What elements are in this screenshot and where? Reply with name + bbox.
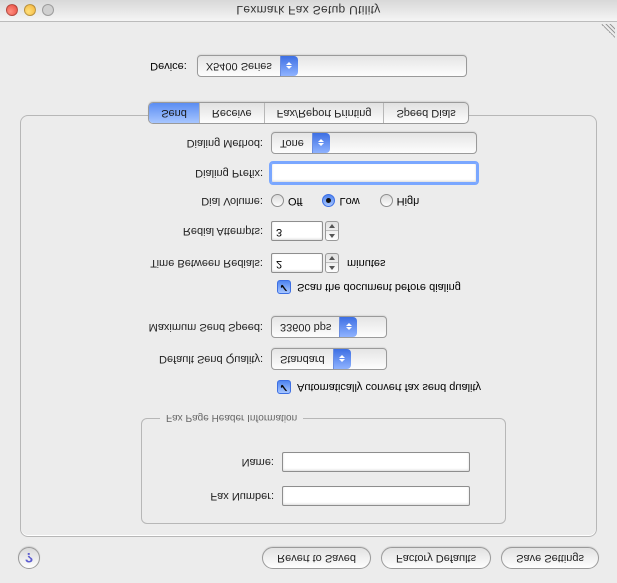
step-up-icon[interactable] xyxy=(326,231,338,241)
dial-volume-high[interactable]: High xyxy=(380,195,420,208)
redial-attempts-label: Redial Attempts: xyxy=(21,225,271,237)
group-legend: Fax Page Header Information xyxy=(160,412,303,423)
fax-number-input[interactable] xyxy=(282,486,470,506)
dialing-prefix-input[interactable] xyxy=(271,163,477,183)
auto-convert-label: Automatically convert fax send quality xyxy=(297,381,481,393)
fax-number-label: Fax Number: xyxy=(142,490,282,502)
step-down-icon[interactable] xyxy=(326,222,338,231)
window-title: Lexmark Fax Setup Utility xyxy=(0,4,617,18)
max-speed-select[interactable]: 33600 bps xyxy=(271,316,387,338)
name-label: Name: xyxy=(142,456,282,468)
step-down-icon[interactable] xyxy=(326,254,338,263)
chevrons-icon xyxy=(280,56,298,76)
device-select[interactable]: X5400 Series xyxy=(197,55,467,77)
dial-volume-off[interactable]: Off xyxy=(271,195,302,208)
help-button[interactable]: ? xyxy=(18,547,40,569)
dialing-method-label: Dialing Method: xyxy=(21,137,271,149)
chevrons-icon xyxy=(339,317,357,337)
save-settings-button[interactable]: Save Settings xyxy=(501,547,599,569)
titlebar: Lexmark Fax Setup Utility xyxy=(0,0,617,22)
time-between-label: Time Between Redials: xyxy=(21,257,271,269)
step-up-icon[interactable] xyxy=(326,263,338,273)
tab-fax-report[interactable]: Fax/Report Printing xyxy=(265,103,385,123)
window-minimize-button[interactable] xyxy=(24,5,36,17)
window-zoom-button[interactable] xyxy=(42,5,54,17)
factory-defaults-button[interactable]: Factory Defaults xyxy=(381,547,491,569)
default-quality-select[interactable]: Standard xyxy=(271,348,387,370)
tab-receive[interactable]: Receive xyxy=(200,103,265,123)
tabs: Send Receive Fax/Report Printing Speed D… xyxy=(0,102,617,128)
fax-header-group: Fax Number: Name: Fax Page Header Inform… xyxy=(141,418,506,524)
checkmark-icon xyxy=(277,380,291,394)
default-quality-label: Default Send Quality: xyxy=(21,353,271,365)
name-input[interactable] xyxy=(282,452,470,472)
dial-volume-label: Dial Volume: xyxy=(21,195,271,207)
scan-before-checkbox[interactable]: Scan the document before dialing xyxy=(277,280,461,294)
redial-attempts-stepper[interactable]: 3 xyxy=(271,221,339,241)
checkmark-icon xyxy=(277,280,291,294)
scan-before-label: Scan the document before dialing xyxy=(297,281,461,293)
time-between-stepper[interactable]: 2 xyxy=(271,253,339,273)
auto-convert-checkbox[interactable]: Automatically convert fax send quality xyxy=(277,380,481,394)
chevrons-icon xyxy=(312,133,330,153)
dialing-prefix-label: Dialing Prefix: xyxy=(21,167,271,179)
send-panel: Fax Number: Name: Fax Page Header Inform… xyxy=(20,115,597,537)
revert-to-saved-button[interactable]: Revert to Saved xyxy=(262,547,371,569)
resize-grip-icon[interactable] xyxy=(601,24,615,38)
dialing-method-select[interactable]: Tone xyxy=(271,132,477,154)
minutes-label: minutes xyxy=(347,257,386,269)
tab-send[interactable]: Send xyxy=(149,103,200,123)
max-speed-label: Maximum Send Speed: xyxy=(21,321,271,333)
chevrons-icon xyxy=(333,349,351,369)
window-close-button[interactable] xyxy=(6,5,18,17)
dial-volume-low[interactable]: Low xyxy=(322,195,359,208)
tab-speed-dials[interactable]: Speed Dials xyxy=(384,103,467,123)
device-label: Device: xyxy=(150,60,187,72)
